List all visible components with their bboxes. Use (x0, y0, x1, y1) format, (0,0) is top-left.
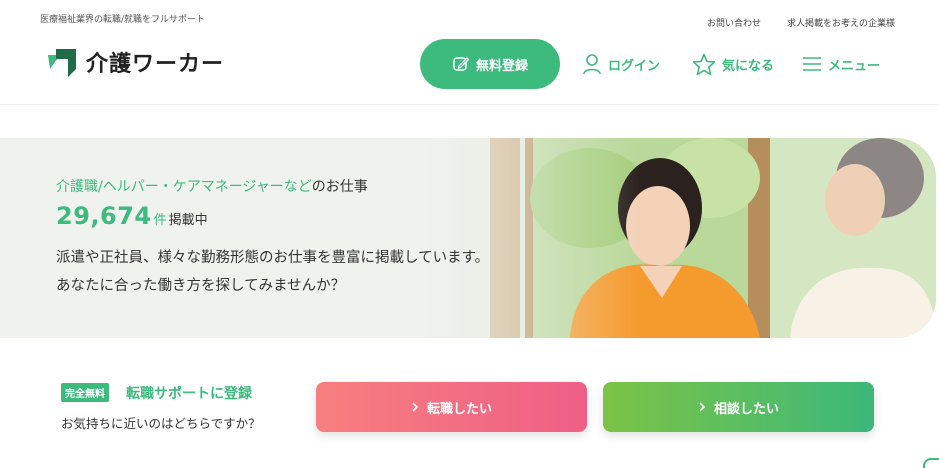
hero-banner: 介護職/ヘルパー・ケアマネージャーなどのお仕事 29,674 件 掲載中 派遣や… (0, 138, 936, 338)
job-count-status: 掲載中 (168, 213, 208, 228)
job-count-number: 29,674 (56, 202, 152, 230)
hero-overlay (0, 138, 640, 338)
job-change-label: 転職したい (426, 401, 492, 417)
logo-mark-icon (48, 49, 76, 77)
consult-button[interactable]: 相談したい (603, 382, 874, 432)
hero-jobs-suffix: のお仕事 (311, 179, 368, 195)
hero-jobs-prefix: 介護職/ヘルパー・ケアマネージャーなど (56, 179, 312, 195)
register-label: 無料登録 (475, 58, 528, 74)
chevron-right-icon (699, 402, 706, 412)
login-link[interactable]: ログイン (582, 53, 660, 75)
menu-icon (803, 57, 822, 71)
chevron-right-icon (412, 402, 419, 412)
job-count-unit: 件 (153, 213, 167, 228)
register-button[interactable]: 無料登録 (420, 39, 560, 89)
job-count: 29,674 件 掲載中 (56, 202, 208, 230)
login-label: ログイン (608, 58, 661, 74)
menu-label: メニュー (828, 58, 881, 74)
logo-text: 介護ワーカー (86, 52, 225, 77)
favorites-label: 気になる (722, 58, 775, 74)
job-change-button[interactable]: 転職したい (316, 382, 587, 432)
user-icon (583, 54, 601, 75)
logo[interactable]: 介護ワーカー (46, 46, 224, 78)
star-icon (692, 53, 716, 75)
free-badge: 完全無料 (61, 383, 109, 402)
floating-tab[interactable] (923, 458, 939, 468)
tagline: 医療福祉業界の転職/就職をフルサポート (40, 15, 206, 25)
hero-subtitle: 介護職/ヘルパー・ケアマネージャーなどのお仕事 (56, 176, 368, 196)
top-links: お問い合わせ 求人掲載をお考えの企業様 (707, 16, 895, 29)
pen-icon (453, 57, 470, 71)
cta-question: お気持ちに近いのはどちらですか？ (61, 416, 261, 431)
employer-link[interactable]: 求人掲載をお考えの企業様 (787, 16, 895, 29)
main-nav: 無料登録 ログイン 気になる メニュー (420, 39, 880, 89)
favorites-link[interactable]: 気になる (692, 53, 774, 76)
header-divider (0, 104, 939, 105)
consult-label: 相談したい (713, 401, 779, 417)
hero-description: 派遣や正社員、様々な勤務形態のお仕事を豊富に掲載しています。 あなたに合った働き… (56, 244, 489, 300)
contact-link[interactable]: お問い合わせ (707, 16, 761, 29)
cta-title: 転職サポートに登録 (126, 386, 252, 402)
hero-desc-line1: 派遣や正社員、様々な勤務形態のお仕事を豊富に掲載しています。 (56, 250, 490, 266)
hero-desc-line2: あなたに合った働き方を探してみませんか？ (56, 278, 346, 294)
menu-button[interactable]: メニュー (802, 55, 880, 74)
